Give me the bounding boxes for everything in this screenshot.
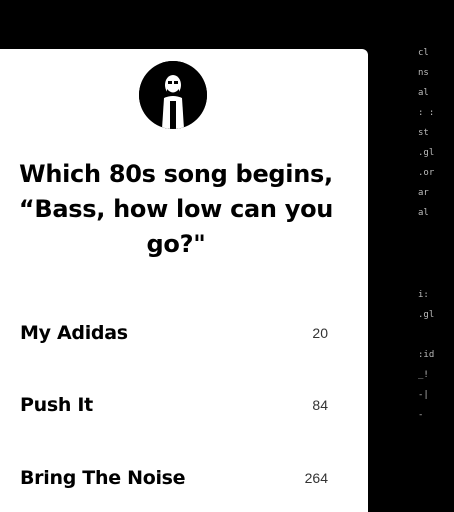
fragment: .gl: [418, 310, 435, 320]
fragment: -|: [418, 390, 429, 400]
fragment: .or: [418, 168, 435, 178]
fragment: i:: [418, 290, 429, 300]
fragment: :id: [418, 350, 435, 360]
option-push-it[interactable]: Push It 84: [20, 385, 328, 425]
fragment: : :: [418, 108, 435, 118]
fragment: cl: [418, 48, 429, 58]
fragment: ns: [418, 68, 429, 78]
fragment: _!: [418, 370, 429, 380]
app-screen: Which 80s song begins, “Bass, how low ca…: [0, 0, 454, 512]
fragment: -: [418, 410, 424, 420]
fragment: ar: [418, 188, 429, 198]
fragment: al: [418, 208, 429, 218]
fragment: al: [418, 88, 429, 98]
option-my-adidas[interactable]: My Adidas 20: [20, 313, 328, 353]
fragment: st: [418, 128, 429, 138]
poll-card: Which 80s song begins, “Bass, how low ca…: [0, 49, 368, 512]
person-avatar-icon: [139, 61, 207, 129]
question-text: Which 80s song begins, “Bass, how low ca…: [18, 160, 334, 258]
avatar: [139, 61, 207, 129]
option-count: 264: [304, 470, 328, 486]
option-count: 20: [312, 325, 328, 341]
option-title: Bring The Noise: [20, 467, 186, 489]
fragment: .gl: [418, 148, 435, 158]
option-title: My Adidas: [20, 322, 128, 344]
option-bring-the-noise[interactable]: Bring The Noise 264: [20, 458, 328, 498]
option-count: 84: [312, 397, 328, 413]
option-title: Push It: [20, 394, 93, 416]
